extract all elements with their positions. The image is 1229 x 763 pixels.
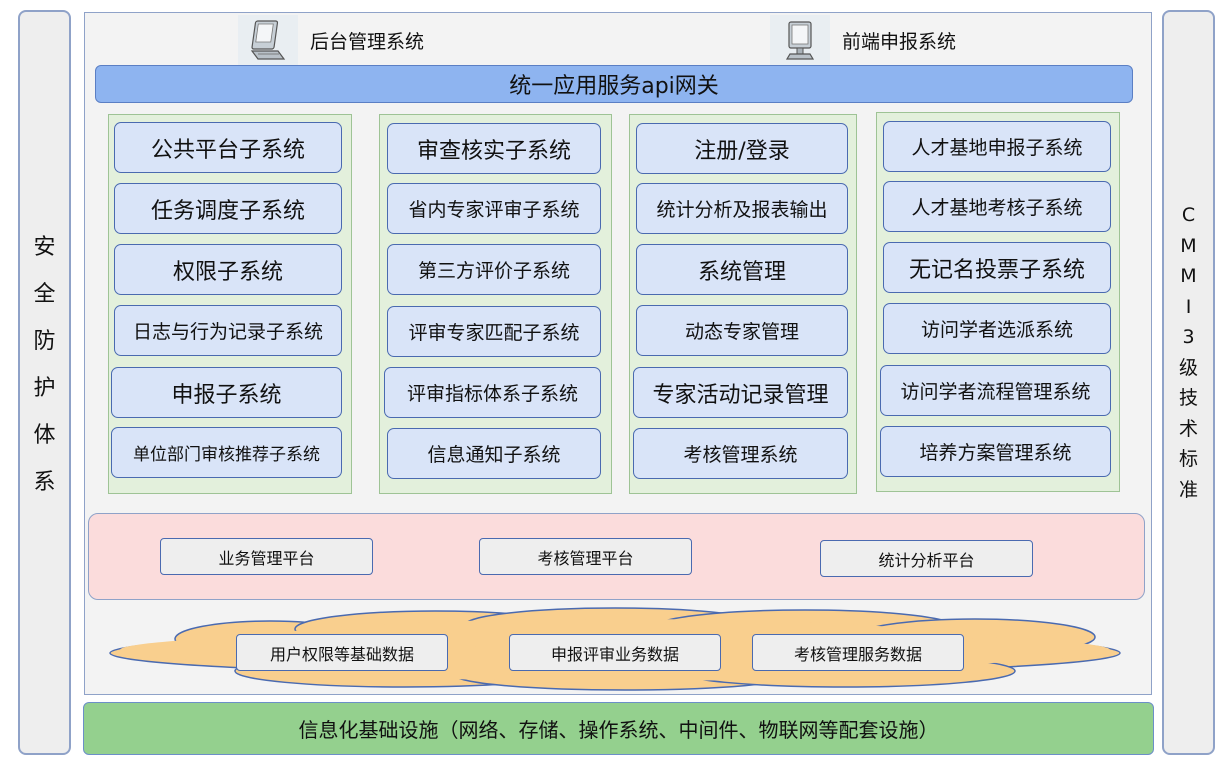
subsystem-box: 评审指标体系子系统	[384, 367, 601, 418]
api-gateway: 统一应用服务api网关	[95, 65, 1133, 103]
cmmi-char: 标	[1178, 448, 1198, 470]
subsystem-box: 人才基地考核子系统	[883, 181, 1111, 232]
subsystem-box: 权限子系统	[114, 244, 342, 295]
platform-box: 考核管理平台	[479, 538, 692, 575]
security-char: 全	[33, 282, 56, 307]
subsystem-box: 任务调度子系统	[114, 183, 342, 234]
security-char: 护	[33, 376, 56, 401]
security-char: 系	[33, 470, 56, 495]
subsystem-column: 人才基地申报子系统 人才基地考核子系统 无记名投票子系统 访问学者选派系统 访问…	[876, 112, 1120, 492]
cmmi-char: 3	[1182, 326, 1195, 348]
cmmi-char: M	[1180, 234, 1197, 257]
subsystem-box: 统计分析及报表输出	[636, 183, 848, 234]
monitor-icon	[770, 15, 830, 65]
subsystem-column: 公共平台子系统 任务调度子系统 权限子系统 日志与行为记录子系统 申报子系统 单…	[108, 114, 352, 494]
infrastructure-layer: 信息化基础设施（网络、存储、操作系统、中间件、物联网等配套设施）	[83, 702, 1154, 755]
subsystem-column: 注册/登录 统计分析及报表输出 系统管理 动态专家管理 专家活动记录管理 考核管…	[629, 114, 857, 494]
data-box: 申报评审业务数据	[509, 634, 721, 671]
subsystem-box: 公共平台子系统	[114, 122, 342, 173]
backend-client: 后台管理系统	[238, 15, 424, 65]
data-box: 用户权限等基础数据	[236, 634, 448, 671]
cmmi-char: 术	[1178, 417, 1198, 440]
data-box: 考核管理服务数据	[752, 634, 964, 671]
subsystem-box: 访问学者选派系统	[883, 303, 1111, 354]
security-char: 体	[33, 423, 56, 448]
cmmi-char: I	[1185, 295, 1192, 318]
subsystem-box: 考核管理系统	[633, 428, 848, 479]
subsystem-box: 申报子系统	[111, 367, 342, 418]
platform-layer: 业务管理平台 考核管理平台 统计分析平台	[88, 513, 1145, 600]
cmmi-char: M	[1180, 265, 1197, 287]
security-panel: 安 全 防 护 体 系	[18, 10, 71, 755]
subsystem-box: 动态专家管理	[636, 305, 848, 356]
security-panel-title: 安 全 防 护 体 系	[20, 224, 69, 506]
subsystem-box: 省内专家评审子系统	[387, 183, 601, 234]
backend-client-label: 后台管理系统	[310, 30, 425, 53]
frontend-client: 前端申报系统	[770, 15, 956, 65]
security-char: 安	[33, 235, 56, 260]
cmmi-char: 级	[1178, 356, 1198, 379]
cmmi-char: 准	[1178, 478, 1198, 501]
subsystem-box: 日志与行为记录子系统	[114, 305, 342, 356]
subsystem-box: 注册/登录	[636, 123, 848, 174]
subsystem-box: 人才基地申报子系统	[883, 121, 1111, 172]
subsystem-box: 访问学者流程管理系统	[880, 365, 1111, 416]
computer-icon	[238, 15, 298, 65]
cmmi-panel: C M M I 3 级 技 术 标 准	[1162, 10, 1215, 755]
subsystem-box: 系统管理	[636, 244, 848, 295]
subsystem-box: 培养方案管理系统	[880, 426, 1111, 477]
subsystem-box: 第三方评价子系统	[387, 244, 601, 295]
subsystem-box: 无记名投票子系统	[883, 242, 1111, 293]
platform-box: 统计分析平台	[820, 540, 1033, 577]
frontend-client-label: 前端申报系统	[842, 30, 957, 53]
platform-box: 业务管理平台	[160, 538, 373, 575]
subsystem-box: 信息通知子系统	[387, 428, 601, 479]
cmmi-char: 技	[1178, 387, 1198, 409]
subsystem-box: 单位部门审核推荐子系统	[111, 427, 342, 478]
subsystem-column: 审查核实子系统 省内专家评审子系统 第三方评价子系统 评审专家匹配子系统 评审指…	[379, 114, 612, 494]
data-cloud: 用户权限等基础数据 申报评审业务数据 考核管理服务数据	[105, 605, 1125, 693]
security-char: 防	[33, 329, 56, 354]
cmmi-char: C	[1181, 204, 1196, 226]
subsystem-box: 评审专家匹配子系统	[387, 306, 601, 357]
subsystem-box: 审查核实子系统	[387, 123, 601, 174]
subsystem-box: 专家活动记录管理	[633, 367, 848, 418]
cmmi-panel-title: C M M I 3 级 技 术 标 准	[1164, 200, 1213, 505]
